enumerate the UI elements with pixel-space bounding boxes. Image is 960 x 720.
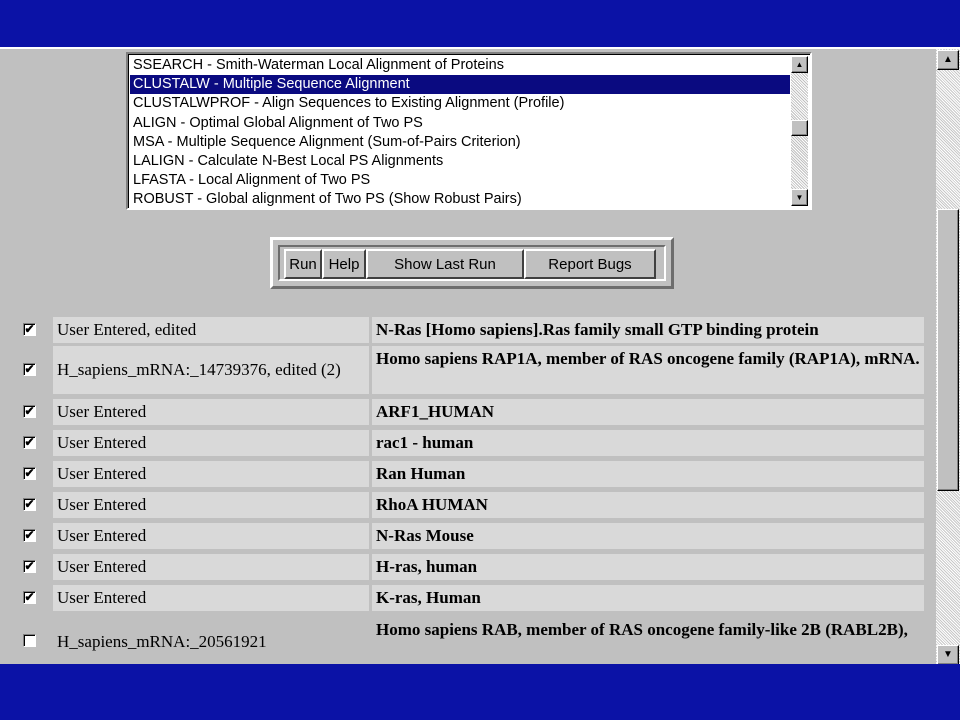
sequence-checkbox[interactable]: ✔ <box>23 436 36 449</box>
scroll-down-arrow-icon[interactable]: ▼ <box>937 645 959 664</box>
sequence-checkbox[interactable]: ✔ <box>23 560 36 573</box>
sequence-description: ARF1_HUMAN <box>372 399 924 425</box>
browser-content-frame: SSEARCH - Smith-Waterman Local Alignment… <box>0 47 960 664</box>
sequence-checkbox[interactable]: ✔ <box>23 467 36 480</box>
sequence-description: K-ras, Human <box>372 585 924 611</box>
sequence-source: H_sapiens_mRNA:_20561921 <box>53 617 369 664</box>
program-option[interactable]: ALIGN - Optimal Global Alignment of Two … <box>130 114 790 133</box>
sequence-source: User Entered <box>53 399 369 425</box>
sequence-source: User Entered <box>53 554 369 580</box>
program-option[interactable]: SSEARCH - Smith-Waterman Local Alignment… <box>130 56 790 75</box>
sequence-checkbox[interactable]: ✔ <box>23 323 36 336</box>
sequence-source: H_sapiens_mRNA:_14739376, edited (2) <box>53 346 369 394</box>
program-option[interactable]: LFASTA - Local Alignment of Two PS <box>130 171 790 190</box>
listbox-scrollbar[interactable]: ▲ ▼ <box>791 56 808 206</box>
sequence-description: Homo sapiens RAB, member of RAS oncogene… <box>372 617 924 664</box>
check-mark-icon: ✔ <box>24 590 35 604</box>
sequence-description: Ran Human <box>372 461 924 487</box>
check-mark-icon: ✔ <box>24 362 35 376</box>
sequence-description: N-Ras Mouse <box>372 523 924 549</box>
show-last-run-button[interactable]: Show Last Run <box>366 249 524 279</box>
check-mark-icon: ✔ <box>24 466 35 480</box>
listbox-scroll-thumb[interactable] <box>791 120 808 136</box>
page-content: SSEARCH - Smith-Waterman Local Alignment… <box>2 49 934 664</box>
sequence-description: RhoA HUMAN <box>372 492 924 518</box>
sequence-source: User Entered <box>53 461 369 487</box>
sequence-description: N-Ras [Homo sapiens].Ras family small GT… <box>372 317 924 343</box>
sequence-description: rac1 - human <box>372 430 924 456</box>
program-option[interactable]: ROBUST - Global alignment of Two PS (Sho… <box>130 190 790 206</box>
sequence-checkbox[interactable]: ✔ <box>23 405 36 418</box>
program-option[interactable]: LALIGN - Calculate N-Best Local PS Align… <box>130 152 790 171</box>
check-mark-icon: ✔ <box>24 404 35 418</box>
help-button[interactable]: Help <box>322 249 366 279</box>
sequence-source: User Entered <box>53 523 369 549</box>
report-bugs-button[interactable]: Report Bugs <box>524 249 656 279</box>
check-mark-icon: ✔ <box>24 435 35 449</box>
check-mark-icon: ✔ <box>24 322 35 336</box>
check-mark-icon: ✔ <box>24 497 35 511</box>
program-listbox[interactable]: SSEARCH - Smith-Waterman Local Alignment… <box>126 52 812 210</box>
scroll-up-arrow-icon[interactable]: ▲ <box>937 50 959 70</box>
action-toolbar-inner: Run Help Show Last Run Report Bugs <box>278 245 666 281</box>
program-list-items: SSEARCH - Smith-Waterman Local Alignment… <box>130 56 790 206</box>
sequence-source: User Entered, edited <box>53 317 369 343</box>
check-mark-icon: ✔ <box>24 528 35 542</box>
sequence-checkbox[interactable]: ✔ <box>23 591 36 604</box>
scroll-up-arrow-icon[interactable]: ▲ <box>791 56 808 73</box>
sequence-source: User Entered <box>53 430 369 456</box>
scroll-down-arrow-icon[interactable]: ▼ <box>791 189 808 206</box>
page-scroll-thumb[interactable] <box>937 209 959 491</box>
action-toolbar: Run Help Show Last Run Report Bugs <box>270 237 674 289</box>
check-mark-icon: ✔ <box>24 559 35 573</box>
program-option-selected[interactable]: CLUSTALW - Multiple Sequence Alignment <box>130 75 790 95</box>
sequence-source: User Entered <box>53 492 369 518</box>
sequence-description: H-ras, human <box>372 554 924 580</box>
sequence-description: Homo sapiens RAP1A, member of RAS oncoge… <box>372 346 924 394</box>
page-scrollbar[interactable]: ▲ ▼ <box>936 49 960 664</box>
program-option[interactable]: CLUSTALWPROF - Align Sequences to Existi… <box>130 94 790 113</box>
program-option[interactable]: MSA - Multiple Sequence Alignment (Sum-o… <box>130 133 790 152</box>
run-button[interactable]: Run <box>284 249 322 279</box>
sequence-checkbox[interactable]: ✔ <box>23 529 36 542</box>
sequence-checkbox[interactable]: ✔ <box>23 363 36 376</box>
sequence-checkbox-unchecked[interactable] <box>23 634 36 647</box>
sequence-checkbox[interactable]: ✔ <box>23 498 36 511</box>
sequence-source: User Entered <box>53 585 369 611</box>
